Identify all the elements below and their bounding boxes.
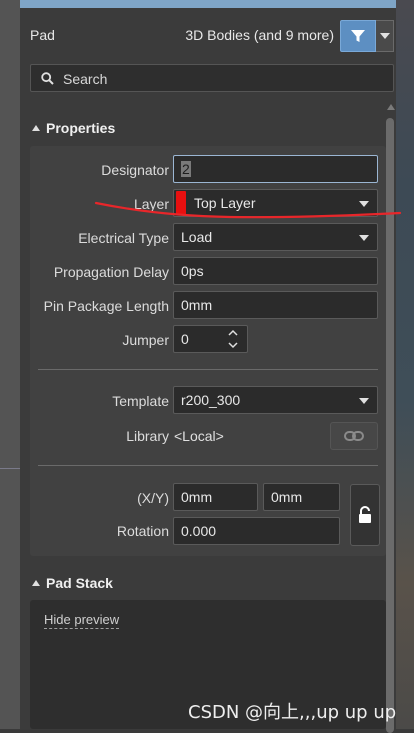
layer-select[interactable]: Top Layer: [173, 189, 378, 217]
designator-value: 2: [181, 161, 191, 177]
chevron-down-icon: [379, 33, 390, 39]
lock-button[interactable]: [350, 484, 380, 546]
watermark-text: CSDN @向上,,,up up up: [188, 702, 397, 723]
vertical-scrollbar[interactable]: [386, 104, 395, 733]
electrical-type-select[interactable]: Load: [173, 223, 378, 251]
object-type-label: Pad: [30, 27, 55, 43]
layer-value: Top Layer: [194, 195, 256, 211]
electrical-type-value: Load: [181, 229, 213, 245]
properties-section-title: Properties: [46, 120, 116, 136]
collapse-triangle-icon: [32, 580, 40, 586]
propagation-delay-field[interactable]: 0ps: [173, 257, 378, 285]
rotation-label: Rotation: [116, 523, 169, 539]
electrical-type-label: Electrical Type: [78, 230, 169, 246]
right-background-strip: [396, 0, 414, 729]
template-select[interactable]: r200_300: [173, 386, 378, 414]
properties-section-header[interactable]: Properties: [32, 120, 115, 136]
library-label: Library: [126, 428, 169, 444]
jumper-value: 0: [181, 331, 189, 347]
selection-summary: 3D Bodies (and 9 more): [185, 27, 334, 43]
unlock-icon: [359, 506, 371, 523]
pin-package-length-label: Pin Package Length: [43, 298, 169, 314]
chevron-down-icon: [359, 201, 369, 207]
x-field[interactable]: 0mm: [173, 483, 258, 511]
y-field[interactable]: 0mm: [263, 483, 340, 511]
layer-color-swatch: [176, 191, 186, 215]
designator-field[interactable]: 2: [173, 155, 378, 183]
pin-package-length-value: 0mm: [181, 297, 213, 313]
panel-title-bar: [20, 0, 396, 8]
scroll-up-arrow-icon[interactable]: [387, 104, 395, 110]
pad-stack-section-header[interactable]: Pad Stack: [32, 575, 113, 591]
hide-preview-link[interactable]: Hide preview: [44, 612, 120, 629]
propagation-delay-value: 0ps: [181, 263, 204, 279]
collapse-triangle-icon: [32, 125, 40, 131]
search-icon: [41, 72, 54, 85]
designator-label: Designator: [101, 162, 169, 178]
filter-button[interactable]: [340, 20, 376, 52]
template-value: r200_300: [181, 392, 241, 408]
jumper-stepper[interactable]: 0: [173, 325, 248, 353]
stepper-arrows-icon[interactable]: [227, 326, 239, 352]
link-library-button[interactable]: [330, 422, 378, 450]
xy-label: (X/Y): [137, 490, 169, 506]
left-strip-line: [0, 468, 20, 469]
scrollbar-thumb[interactable]: [386, 118, 394, 733]
x-value: 0mm: [181, 489, 213, 505]
library-value: <Local>: [174, 428, 224, 444]
template-label: Template: [112, 393, 169, 409]
funnel-icon: [351, 30, 365, 42]
y-value: 0mm: [271, 489, 303, 505]
properties-panel: Pad 3D Bodies (and 9 more) Search Proper…: [20, 0, 396, 733]
search-input[interactable]: Search: [30, 64, 394, 92]
selection-row: Pad 3D Bodies (and 9 more): [20, 18, 396, 54]
link-icon: [344, 431, 364, 441]
rotation-field[interactable]: 0.000: [173, 517, 340, 545]
section-divider: [38, 465, 378, 466]
pad-stack-section-title: Pad Stack: [46, 575, 113, 591]
section-divider: [38, 369, 378, 370]
rotation-value: 0.000: [181, 523, 217, 539]
propagation-delay-label: Propagation Delay: [53, 264, 169, 280]
left-background-strip: [0, 0, 20, 729]
layer-label: Layer: [133, 196, 169, 212]
search-placeholder: Search: [63, 71, 108, 87]
chevron-down-icon: [359, 398, 369, 404]
filter-dropdown-button[interactable]: [376, 20, 394, 52]
chevron-down-icon: [359, 235, 369, 241]
pin-package-length-field[interactable]: 0mm: [173, 291, 378, 319]
jumper-label: Jumper: [122, 332, 169, 348]
